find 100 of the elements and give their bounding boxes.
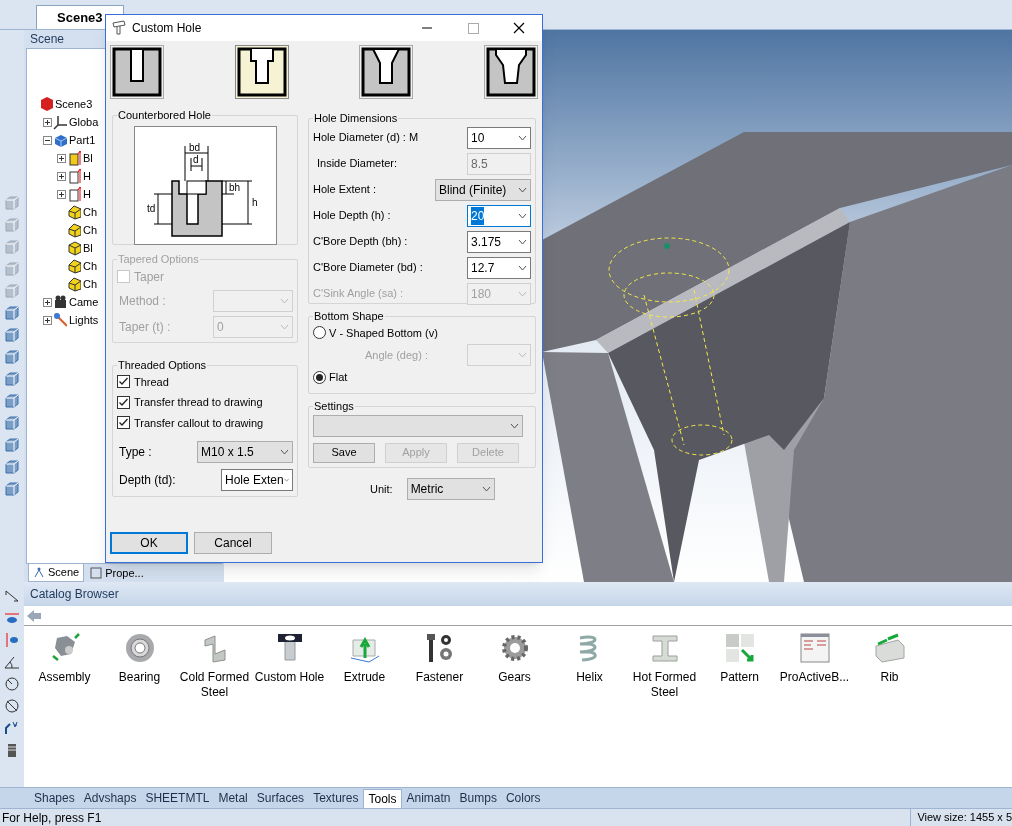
catalog-item[interactable]: Helix <box>552 670 627 685</box>
radio-button[interactable] <box>313 326 326 340</box>
text-field[interactable]: 8.5 <box>467 152 531 175</box>
tree-item[interactable]: Bl <box>83 239 93 257</box>
chevron-down-icon <box>518 186 527 193</box>
diameter-icon[interactable] <box>4 698 20 714</box>
radio-button[interactable] <box>313 370 326 384</box>
tab[interactable]: Animatn <box>402 788 455 808</box>
cube-view-icon[interactable] <box>4 371 20 387</box>
hole-type-button[interactable] <box>483 45 538 99</box>
tree-item[interactable]: Ch <box>83 221 98 239</box>
dropdown[interactable]: 10 <box>467 126 531 149</box>
leader-text-icon[interactable] <box>4 720 20 736</box>
field-label: Hole Diameter (d) : M <box>313 130 419 146</box>
tab[interactable]: Advshaps <box>79 788 141 808</box>
tree-item[interactable]: Came <box>69 293 99 311</box>
tree-item[interactable]: Bl <box>83 149 93 167</box>
window-thumbnail-icon[interactable] <box>798 632 831 664</box>
catalog-item[interactable]: Fastener <box>402 670 477 685</box>
cube-view-icon[interactable] <box>4 261 20 277</box>
tab[interactable]: Colors <box>501 788 545 808</box>
vertical-dimension-icon[interactable] <box>4 632 20 648</box>
expand-icon[interactable] <box>57 153 66 163</box>
pattern-icon[interactable] <box>723 632 756 664</box>
cube-view-icon[interactable] <box>4 393 20 409</box>
dropdown[interactable]: Hole Exten <box>221 469 293 491</box>
dropdown[interactable]: Metric <box>406 478 495 500</box>
expand-icon[interactable] <box>57 171 66 181</box>
expand-icon[interactable] <box>43 117 52 127</box>
tree-item[interactable]: Ch <box>83 275 98 293</box>
dropdown[interactable]: Blind (Finite) <box>435 178 531 201</box>
cube-view-icon[interactable] <box>4 415 20 431</box>
tab[interactable]: Tools <box>363 788 402 808</box>
tab[interactable]: Textures <box>309 788 363 808</box>
rib-icon[interactable] <box>873 632 906 664</box>
dialog-button[interactable]: OK <box>110 532 188 554</box>
expand-icon[interactable] <box>43 297 52 307</box>
horizontal-dimension-icon[interactable] <box>4 610 20 626</box>
cube-view-icon[interactable] <box>4 283 20 299</box>
catalog-item[interactable]: Pattern <box>702 670 777 685</box>
tab[interactable]: Metal <box>214 788 252 808</box>
dialog-button[interactable]: Cancel <box>194 532 272 554</box>
back-arrow-icon[interactable] <box>26 608 42 623</box>
tab[interactable]: Shapes <box>30 788 79 808</box>
cube-view-icon[interactable] <box>4 217 20 233</box>
cube-view-icon[interactable] <box>4 437 20 453</box>
dropdown[interactable]: 12.7 <box>467 256 531 279</box>
dropdown[interactable] <box>313 414 523 437</box>
dimension-icon[interactable] <box>4 588 20 604</box>
dimension-label: d <box>192 153 199 165</box>
tree-item[interactable]: Scene3 <box>55 95 93 113</box>
catalog-item[interactable]: Assembly <box>27 670 102 685</box>
hole-type-button[interactable] <box>234 45 289 99</box>
catalog-item[interactable]: Custom Hole <box>252 670 327 685</box>
cube-view-icon[interactable] <box>4 305 20 321</box>
tree-item[interactable]: Lights <box>69 311 99 329</box>
bearing-icon[interactable] <box>123 632 156 664</box>
catalog-item[interactable]: Extrude <box>327 670 402 685</box>
checkbox[interactable] <box>117 395 130 409</box>
chevron-down-icon <box>518 264 527 271</box>
cube-view-icon[interactable] <box>4 481 20 497</box>
panel-tab[interactable]: Scene <box>28 564 85 582</box>
catalog-item[interactable]: Hot Formed Steel <box>627 670 702 700</box>
catalog-item[interactable]: Rib <box>852 670 927 685</box>
dimension-label: bh <box>228 181 240 193</box>
properties-icon <box>90 567 103 579</box>
cube-view-icon[interactable] <box>4 195 20 211</box>
catalog-item[interactable]: ProActiveB... <box>777 670 852 685</box>
tree-item[interactable]: Ch <box>83 257 98 275</box>
tab[interactable]: SHEETMTL <box>141 788 214 808</box>
dropdown[interactable]: M10 x 1.5 <box>197 441 293 463</box>
hole-type-button[interactable] <box>110 45 164 99</box>
catalog-item[interactable]: Cold Formed Steel <box>177 670 252 700</box>
tree-item[interactable]: H <box>83 167 91 185</box>
tab[interactable]: Surfaces <box>252 788 309 808</box>
dropdown[interactable]: 20 <box>467 204 531 227</box>
tree-item[interactable]: H <box>83 185 91 203</box>
tab[interactable]: Bumps <box>455 788 501 808</box>
catalog-item[interactable]: Gears <box>477 670 552 685</box>
hole-profile-icon <box>361 47 412 97</box>
dropdown[interactable]: 3.175 <box>467 230 531 253</box>
checkbox[interactable] <box>117 416 130 430</box>
hole-type-button[interactable] <box>359 45 414 99</box>
field-label: C'Bore Diameter (bd) : <box>313 260 423 276</box>
checkbox[interactable] <box>117 375 130 389</box>
cube-view-icon[interactable] <box>4 459 20 475</box>
cube-view-icon[interactable] <box>4 349 20 365</box>
radius-icon[interactable] <box>4 676 20 692</box>
expand-icon[interactable] <box>57 189 66 199</box>
catalog-item[interactable]: Bearing <box>102 670 177 685</box>
collapse-icon[interactable] <box>43 135 52 145</box>
tree-item[interactable]: Globa <box>69 113 99 131</box>
chevron-down-icon <box>518 352 527 358</box>
expand-icon[interactable] <box>43 315 52 325</box>
tree-item[interactable]: Ch <box>83 203 98 221</box>
tree-item[interactable]: Part1 <box>69 131 96 149</box>
cube-view-icon[interactable] <box>4 239 20 255</box>
angle-icon[interactable] <box>4 654 20 670</box>
settings-button[interactable]: Save <box>313 442 375 463</box>
cube-view-icon[interactable] <box>4 327 20 343</box>
